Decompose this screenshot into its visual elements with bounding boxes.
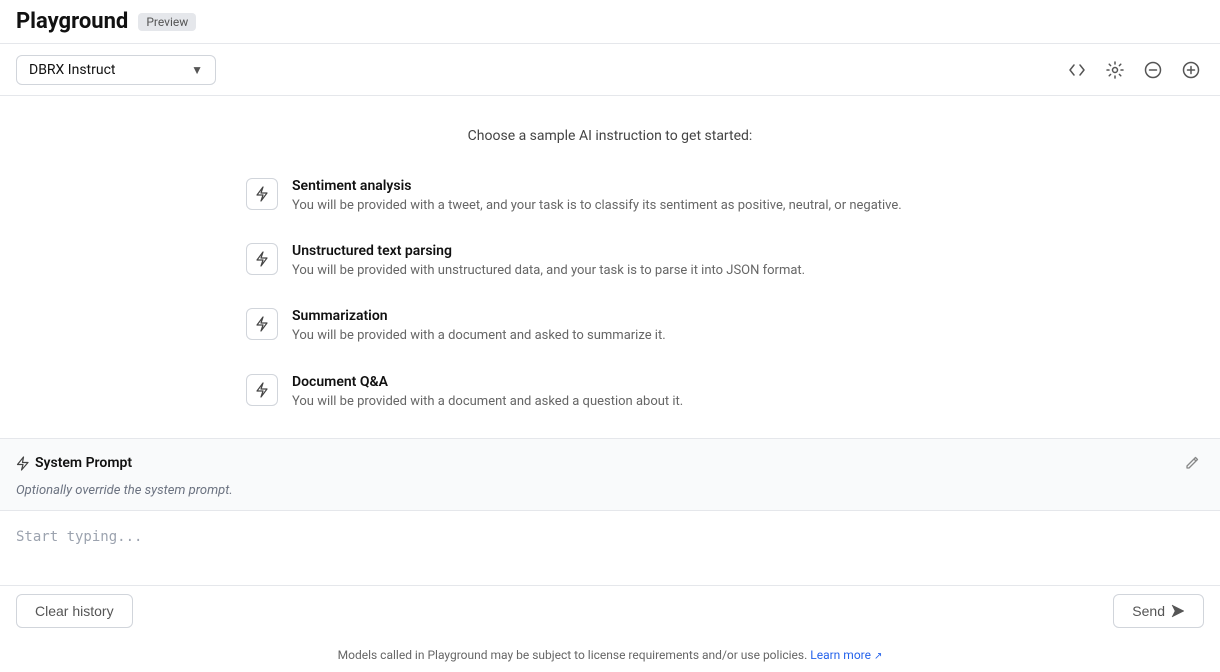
code-icon-button[interactable] [1064,57,1090,83]
plus-icon-button[interactable] [1178,57,1204,83]
chat-input[interactable] [16,527,1204,569]
sample-item-text-parsing-content: Unstructured text parsing You will be pr… [292,243,805,280]
bolt-icon-system [16,456,29,471]
bolt-icon-4 [255,382,269,398]
sample-item-sentiment-title: Sentiment analysis [292,178,902,194]
system-prompt-panel: System Prompt Optionally override the sy… [0,439,1220,511]
sample-instructions-panel: Choose a sample AI instruction to get st… [0,96,1220,439]
minus-icon-button[interactable] [1140,57,1166,83]
sample-items-list: Sentiment analysis You will be provided … [230,164,990,425]
system-prompt-label-text: System Prompt [35,455,132,471]
sample-item-text-parsing-icon [246,243,278,275]
sample-item-text-parsing-desc: You will be provided with unstructured d… [292,262,805,280]
send-button[interactable]: Send [1113,594,1204,628]
toolbar: DBRX Instruct ▼ [0,44,1220,96]
sample-item-sentiment-content: Sentiment analysis You will be provided … [292,178,902,215]
gear-icon [1106,61,1124,79]
system-prompt-label: System Prompt [16,455,132,471]
sample-item-document-qa-title: Document Q&A [292,374,683,390]
send-icon [1171,604,1185,618]
sample-item-summarization-icon [246,308,278,340]
settings-icon-button[interactable] [1102,57,1128,83]
bolt-icon-2 [255,251,269,267]
sample-item-sentiment[interactable]: Sentiment analysis You will be provided … [230,164,990,229]
sample-item-document-qa-desc: You will be provided with a document and… [292,393,683,411]
sample-item-sentiment-desc: You will be provided with a tweet, and y… [292,197,902,215]
edit-system-prompt-button[interactable] [1180,451,1204,475]
footer-text: Models called in Playground may be subje… [338,648,808,662]
footer: Models called in Playground may be subje… [0,638,1220,672]
toolbar-actions [1064,57,1204,83]
clear-history-button[interactable]: Clear history [16,594,133,628]
button-bar: Clear history Send [0,586,1220,638]
page-title: Playground [16,9,128,34]
sample-item-sentiment-icon [246,178,278,210]
preview-badge: Preview [138,13,196,31]
system-prompt-header: System Prompt [16,451,1204,475]
sample-item-document-qa-icon [246,374,278,406]
external-link-icon: ↗ [874,651,882,662]
sample-item-text-parsing[interactable]: Unstructured text parsing You will be pr… [230,229,990,294]
sample-item-summarization-content: Summarization You will be provided with … [292,308,666,345]
plus-circle-icon [1182,61,1200,79]
system-prompt-placeholder-text: Optionally override the system prompt. [16,483,1204,498]
model-select-value: DBRX Instruct [29,62,116,78]
chevron-down-icon: ▼ [191,63,203,77]
pencil-icon [1184,455,1200,471]
sample-item-text-parsing-title: Unstructured text parsing [292,243,805,259]
learn-more-link[interactable]: Learn more [810,648,871,662]
minus-circle-icon [1144,61,1162,79]
code-icon [1068,61,1086,79]
send-button-label: Send [1132,603,1165,619]
bolt-icon-3 [255,316,269,332]
bolt-icon [255,186,269,202]
sample-item-document-qa-content: Document Q&A You will be provided with a… [292,374,683,411]
sample-item-summarization-desc: You will be provided with a document and… [292,327,666,345]
header: Playground Preview [0,0,1220,44]
chat-input-area [0,511,1220,586]
sample-item-document-qa[interactable]: Document Q&A You will be provided with a… [230,360,990,425]
sample-item-summarization[interactable]: Summarization You will be provided with … [230,294,990,359]
model-select-dropdown[interactable]: DBRX Instruct ▼ [16,55,216,85]
sample-panel-title: Choose a sample AI instruction to get st… [16,128,1204,144]
main-content: Choose a sample AI instruction to get st… [0,96,1220,672]
sample-item-summarization-title: Summarization [292,308,666,324]
